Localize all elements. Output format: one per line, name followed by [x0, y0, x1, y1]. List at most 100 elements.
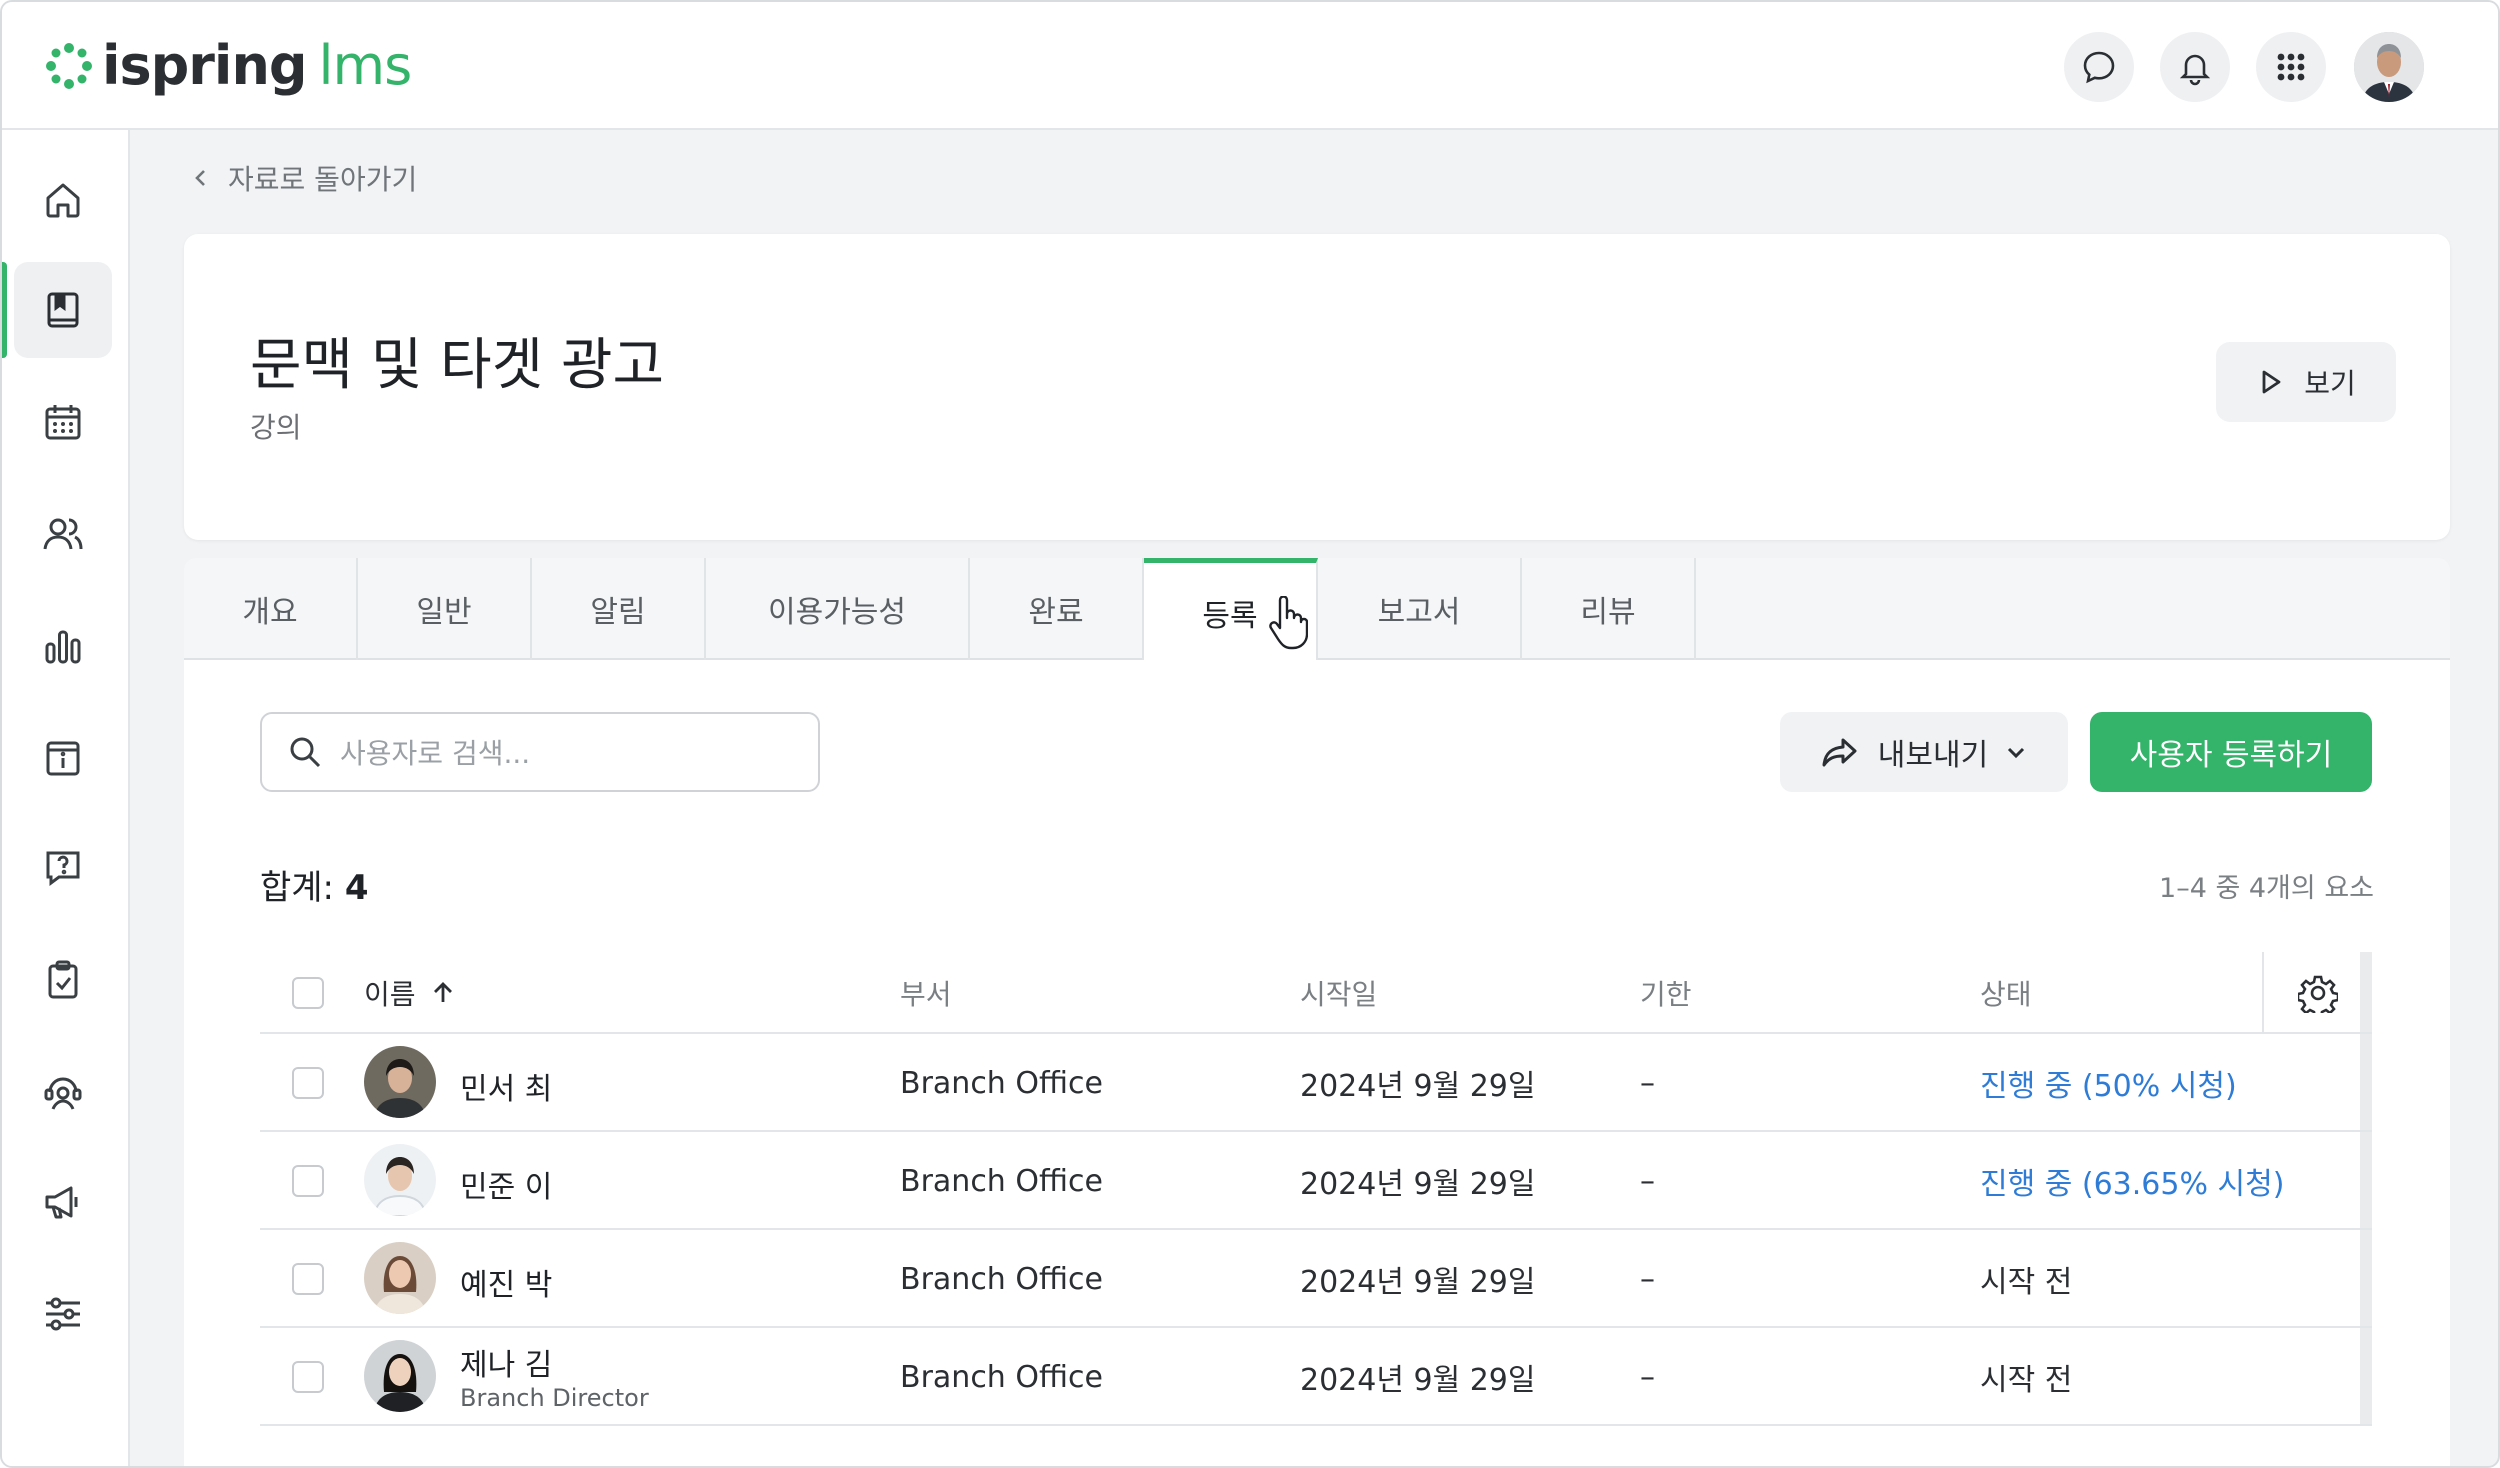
user-avatar: [364, 1340, 436, 1412]
table-row[interactable]: 예진 박 Branch Office 2024년 9월 29일 – 시작 전: [260, 1230, 2372, 1328]
user-name[interactable]: 제나 김: [460, 1340, 552, 1384]
sidebar-item-help[interactable]: [14, 820, 112, 916]
row-checkbox[interactable]: [292, 1165, 324, 1197]
department-cell: Branch Office: [900, 1359, 1103, 1395]
user-photo-icon: [364, 1340, 436, 1412]
deadline-cell: –: [1640, 1065, 1655, 1101]
apps-button[interactable]: [2256, 32, 2326, 102]
tab-reviews[interactable]: 리뷰: [1522, 558, 1696, 660]
row-checkbox[interactable]: [292, 1263, 324, 1295]
tab-reports[interactable]: 보고서: [1318, 558, 1522, 660]
sidebar-item-reports[interactable]: [14, 598, 112, 694]
department-cell: Branch Office: [900, 1065, 1103, 1101]
table-row[interactable]: 제나 김 Branch Director Branch Office 2024년…: [260, 1328, 2372, 1426]
export-label: 내보내기: [1877, 738, 1989, 773]
account-avatar[interactable]: [2354, 32, 2424, 102]
export-dropdown-button[interactable]: 내보내기: [1780, 712, 2068, 792]
sidebar-active-indicator: [2, 262, 7, 358]
sidebar-item-info[interactable]: [14, 710, 112, 806]
column-start-date-header[interactable]: 시작일: [1300, 952, 1377, 1034]
row-checkbox[interactable]: [292, 1067, 324, 1099]
question-chat-icon: [46, 851, 80, 886]
clipboard-check-icon: [48, 960, 78, 999]
department-cell: Branch Office: [900, 1261, 1103, 1297]
start-date-cell: 2024년 9월 29일: [1300, 1265, 1536, 1300]
logo-mark-icon: [46, 43, 92, 89]
tab-general[interactable]: 일반: [358, 558, 532, 660]
search-placeholder: 사용자로 검색...: [340, 737, 531, 770]
user-role: Branch Director: [460, 1384, 649, 1412]
tab-completion[interactable]: 완료: [970, 558, 1144, 660]
user-avatar: [364, 1242, 436, 1314]
total-value: 4: [344, 868, 369, 908]
page-title: 문맥 및 타겟 광고: [250, 333, 665, 398]
course-header: 문맥 및 타겟 광고 강의 보기: [184, 234, 2450, 540]
column-status-header[interactable]: 상태: [1980, 952, 2032, 1034]
status-link[interactable]: 진행 중 (63.65% 시청): [1980, 1132, 2284, 1230]
tab-availability[interactable]: 이용가능성: [706, 558, 970, 660]
tab-bar: 개요 일반 알림 이용가능성 완료 등록 보고서 리뷰: [184, 558, 2450, 662]
sidebar-item-home[interactable]: [14, 152, 112, 248]
logo[interactable]: ispring lms: [42, 34, 412, 98]
status-cell: 시작 전: [1980, 1265, 2073, 1300]
chat-icon: [2083, 51, 2115, 84]
total-label: 합계:: [260, 868, 335, 908]
tab-notifications[interactable]: 알림: [532, 558, 706, 660]
chevron-left-icon: [195, 170, 205, 186]
column-deadline-header[interactable]: 기한: [1640, 952, 1692, 1034]
status-link[interactable]: 진행 중 (50% 시청): [1980, 1034, 2237, 1132]
sidebar: [2, 130, 130, 1466]
sort-arrow-up-icon: [433, 982, 452, 1002]
top-bar: ispring lms: [2, 2, 2498, 130]
users-icon: [43, 518, 83, 550]
enrollments-panel: 사용자로 검색... 내보내기 사용자 등록하기 합계: 4 1–4 중 4개의…: [184, 660, 2450, 1466]
search-input[interactable]: 사용자로 검색...: [260, 712, 820, 792]
tab-overview[interactable]: 개요: [184, 558, 358, 660]
chat-button[interactable]: [2064, 32, 2134, 102]
column-name-header[interactable]: 이름: [364, 952, 456, 1034]
home-icon: [46, 183, 80, 218]
notifications-button[interactable]: [2160, 32, 2230, 102]
column-department-header[interactable]: 부서: [900, 952, 952, 1034]
total-count: 합계: 4: [260, 860, 369, 909]
user-name[interactable]: 민준 이: [460, 1162, 552, 1206]
pagination-range: 1–4 중 4개의 요소: [2159, 873, 2374, 904]
department-cell: Branch Office: [900, 1163, 1103, 1199]
table-header: 이름 부서 시작일 기한 상태: [260, 952, 2372, 1034]
book-icon: [47, 292, 79, 328]
enroll-users-button[interactable]: 사용자 등록하기: [2090, 712, 2372, 792]
sidebar-item-announcements[interactable]: [14, 1154, 112, 1250]
start-date-cell: 2024년 9월 29일: [1300, 1363, 1536, 1398]
app-window: ispring lms 자료로 돌아가기 문맥 및 타겟 광고 강의 보기 개요…: [0, 0, 2500, 1468]
user-name[interactable]: 민서 최: [460, 1064, 552, 1108]
deadline-cell: –: [1640, 1359, 1655, 1395]
calendar-icon: [45, 405, 81, 440]
user-photo-icon: [364, 1242, 436, 1314]
status-cell: 시작 전: [1980, 1363, 2073, 1398]
sidebar-item-support[interactable]: [14, 1044, 112, 1140]
gear-icon: [2298, 975, 2338, 1013]
bell-icon: [2179, 54, 2211, 86]
user-photo-icon: [364, 1144, 436, 1216]
sidebar-item-calendar[interactable]: [14, 374, 112, 470]
start-date-cell: 2024년 9월 29일: [1300, 1069, 1536, 1104]
user-name[interactable]: 예진 박: [460, 1260, 552, 1304]
view-button[interactable]: 보기: [2216, 342, 2396, 422]
sidebar-item-tasks[interactable]: [14, 932, 112, 1028]
info-board-icon: [46, 741, 80, 776]
table-row[interactable]: 민준 이 Branch Office 2024년 9월 29일 – 진행 중 (…: [260, 1132, 2372, 1230]
search-icon: [290, 737, 321, 768]
user-avatar: [364, 1046, 436, 1118]
table-row[interactable]: 민서 최 Branch Office 2024년 9월 29일 – 진행 중 (…: [260, 1034, 2372, 1132]
logo-text-primary: ispring: [102, 34, 308, 97]
breadcrumb[interactable]: 자료로 돌아가기: [190, 158, 417, 198]
row-checkbox[interactable]: [292, 1361, 324, 1393]
sidebar-item-content[interactable]: [14, 262, 112, 358]
deadline-cell: –: [1640, 1261, 1655, 1297]
column-settings-button[interactable]: [2262, 952, 2372, 1034]
hand-cursor-icon: [1269, 596, 1308, 650]
sidebar-item-settings[interactable]: [14, 1266, 112, 1362]
select-all-checkbox[interactable]: [292, 977, 324, 1009]
play-icon: [2262, 370, 2281, 394]
sidebar-item-users[interactable]: [14, 486, 112, 582]
